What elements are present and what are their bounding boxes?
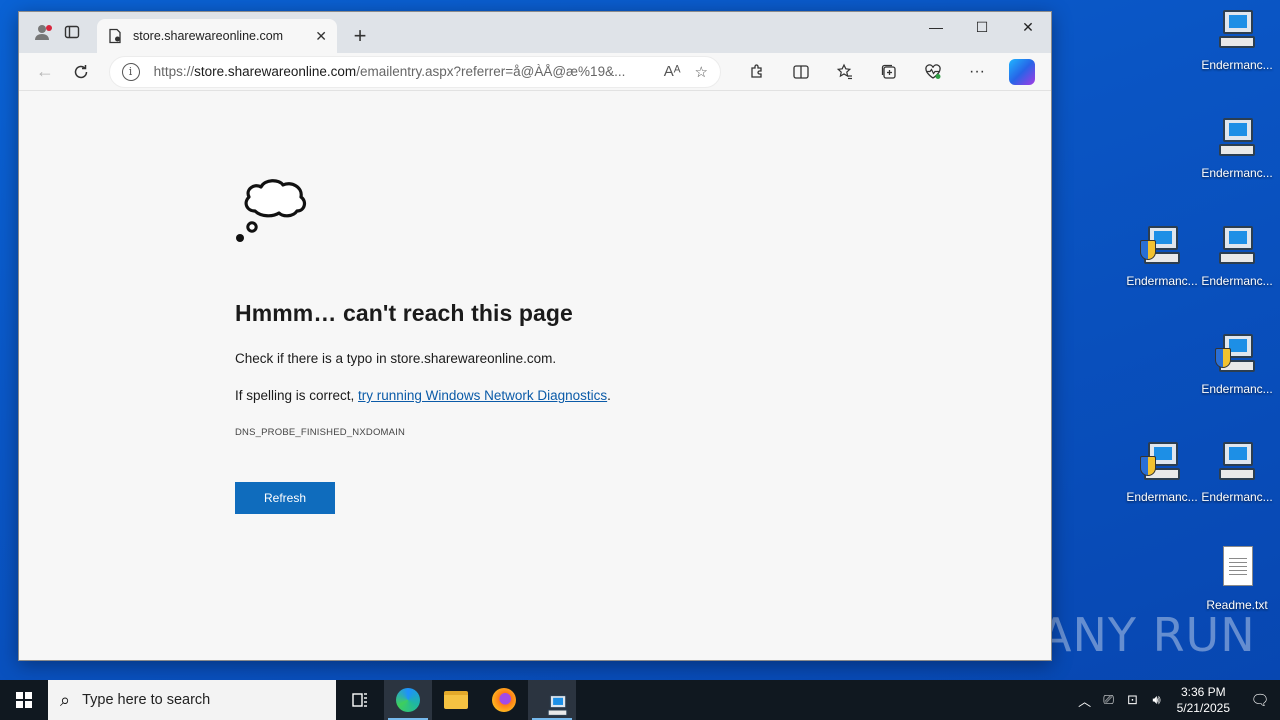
- desktop-icon-readme[interactable]: Readme.txt: [1199, 546, 1275, 612]
- site-info-icon[interactable]: i: [121, 62, 140, 81]
- read-aloud-icon[interactable]: Aᴬ: [664, 63, 681, 80]
- desktop-icon-endermanch-1[interactable]: Endermanc...: [1199, 6, 1275, 72]
- browser-toolbar: ← i https://store.sharewareonline.com/em…: [19, 53, 1051, 91]
- back-button[interactable]: ←: [27, 57, 63, 87]
- tab-title: store.sharewareonline.com: [133, 29, 284, 43]
- task-view-icon: [352, 693, 367, 707]
- maximize-button[interactable]: ☐: [959, 12, 1005, 42]
- error-heading: Hmmm… can't reach this page: [235, 300, 573, 326]
- computer-icon: [1213, 222, 1261, 270]
- clock[interactable]: 3:36 PM 5/21/2025: [1177, 684, 1230, 716]
- profile-button[interactable]: [27, 17, 57, 47]
- split-screen-icon: [793, 64, 809, 79]
- search-icon: ⌕: [60, 689, 71, 710]
- desktop-icon-endermanch-2[interactable]: Endermanc...: [1199, 114, 1275, 180]
- taskbar-search-box[interactable]: ⌕ Type here to search: [48, 680, 336, 720]
- taskbar-edge[interactable]: [384, 680, 432, 720]
- refresh-button[interactable]: Refresh: [235, 482, 335, 514]
- taskbar: ⌕ Type here to search ︿ ⎚ ⊡ 🔊︎ 3:36 PM 5…: [0, 680, 1280, 720]
- clock-date: 5/21/2025: [1176, 701, 1230, 715]
- computer-icon: [1213, 438, 1261, 486]
- system-tray: ︿ ⎚ ⊡ 🔊︎ 3:36 PM 5/21/2025 🗨︎: [1073, 680, 1280, 720]
- taskbar-file-explorer[interactable]: [432, 680, 480, 720]
- minimize-button[interactable]: —: [913, 12, 959, 42]
- desktop-icon-endermanch-4[interactable]: Endermanc...: [1199, 222, 1275, 288]
- copilot-button[interactable]: [999, 57, 1043, 87]
- split-screen-button[interactable]: [779, 57, 823, 87]
- heartbeat-icon: [925, 63, 941, 79]
- favorite-star-icon[interactable]: ☆: [695, 63, 708, 81]
- taskbar-firefox[interactable]: [480, 680, 528, 720]
- edge-icon: [396, 688, 420, 712]
- tab-strip: store.sharewareonline.com ✕ + — ☐ ✕: [19, 12, 1051, 53]
- favorites-icon: [836, 63, 852, 79]
- error-code: DNS_PROBE_FINISHED_NXDOMAIN: [235, 427, 406, 438]
- page-content: Hmmm… can't reach this page Check if the…: [19, 91, 1051, 660]
- anyrun-watermark: ANY RUN: [1040, 608, 1256, 662]
- desktop-icon-endermanch-7[interactable]: Endermanc...: [1199, 438, 1275, 504]
- browser-window: store.sharewareonline.com ✕ + — ☐ ✕ ← i …: [18, 11, 1052, 661]
- collections-button[interactable]: [867, 57, 911, 87]
- desktop-icon-endermanch-5[interactable]: Endermanc...: [1199, 330, 1275, 396]
- collections-icon: [881, 64, 896, 79]
- tab-active[interactable]: store.sharewareonline.com ✕: [97, 19, 337, 53]
- address-bar[interactable]: i https://store.sharewareonline.com/emai…: [108, 55, 721, 88]
- taskbar-endermanch-app[interactable]: [528, 680, 576, 720]
- close-window-button[interactable]: ✕: [1005, 12, 1051, 42]
- device-icon[interactable]: ⎚: [1097, 692, 1121, 708]
- computer-shield-icon: [1138, 222, 1186, 270]
- windows-logo-icon: [16, 692, 32, 708]
- url-text: https://store.sharewareonline.com/emaile…: [153, 64, 626, 79]
- desktop-icon-endermanch-3[interactable]: Endermanc...: [1124, 222, 1200, 288]
- reload-button[interactable]: [63, 57, 99, 87]
- firefox-icon: [492, 688, 516, 712]
- new-tab-button[interactable]: +: [345, 23, 375, 49]
- window-controls: — ☐ ✕: [913, 12, 1051, 42]
- favorites-button[interactable]: [823, 57, 867, 87]
- network-icon[interactable]: ⊡: [1121, 692, 1145, 708]
- show-hidden-icons-chevron-icon[interactable]: ︿: [1073, 691, 1097, 710]
- computer-icon: [544, 693, 568, 716]
- task-view-button[interactable]: [336, 680, 384, 720]
- typo-hint: Check if there is a typo in store.sharew…: [235, 351, 557, 366]
- text-file-icon: [1213, 546, 1261, 594]
- folder-icon: [444, 691, 468, 709]
- clock-time: 3:36 PM: [1180, 685, 1226, 699]
- tab-close-icon[interactable]: ✕: [315, 28, 327, 45]
- thought-cloud-icon: [236, 179, 307, 242]
- diagnostics-hint: If spelling is correct, try running Wind…: [235, 388, 611, 403]
- extensions-button[interactable]: [735, 57, 779, 87]
- profile-notification-dot: [46, 25, 52, 31]
- notification-center-icon[interactable]: 🗨︎: [1240, 680, 1280, 720]
- workspaces-button[interactable]: [57, 17, 87, 47]
- more-menu-button[interactable]: ···: [955, 57, 999, 87]
- reload-icon: [74, 64, 87, 78]
- toolbar-actions: ···: [735, 57, 1043, 87]
- error-panel: Hmmm… can't reach this page Check if the…: [235, 169, 795, 514]
- copilot-icon: [1009, 58, 1035, 85]
- computer-icon: [1213, 6, 1261, 54]
- page-error-icon: [109, 28, 121, 44]
- computer-shield-icon: [1213, 330, 1261, 378]
- desktop-icon-endermanch-6[interactable]: Endermanc...: [1124, 438, 1200, 504]
- browser-essentials-button[interactable]: [911, 57, 955, 87]
- computer-shield-icon: [1138, 438, 1186, 486]
- start-button[interactable]: [0, 680, 48, 720]
- extensions-icon: [751, 63, 762, 78]
- workspaces-icon: [64, 25, 80, 39]
- network-diagnostics-link[interactable]: try running Windows Network Diagnostics: [358, 388, 607, 403]
- desktop-left-edge: [0, 0, 18, 680]
- volume-icon[interactable]: 🔊︎: [1145, 692, 1169, 708]
- computer-icon: [1213, 114, 1261, 162]
- search-placeholder: Type here to search: [82, 692, 211, 708]
